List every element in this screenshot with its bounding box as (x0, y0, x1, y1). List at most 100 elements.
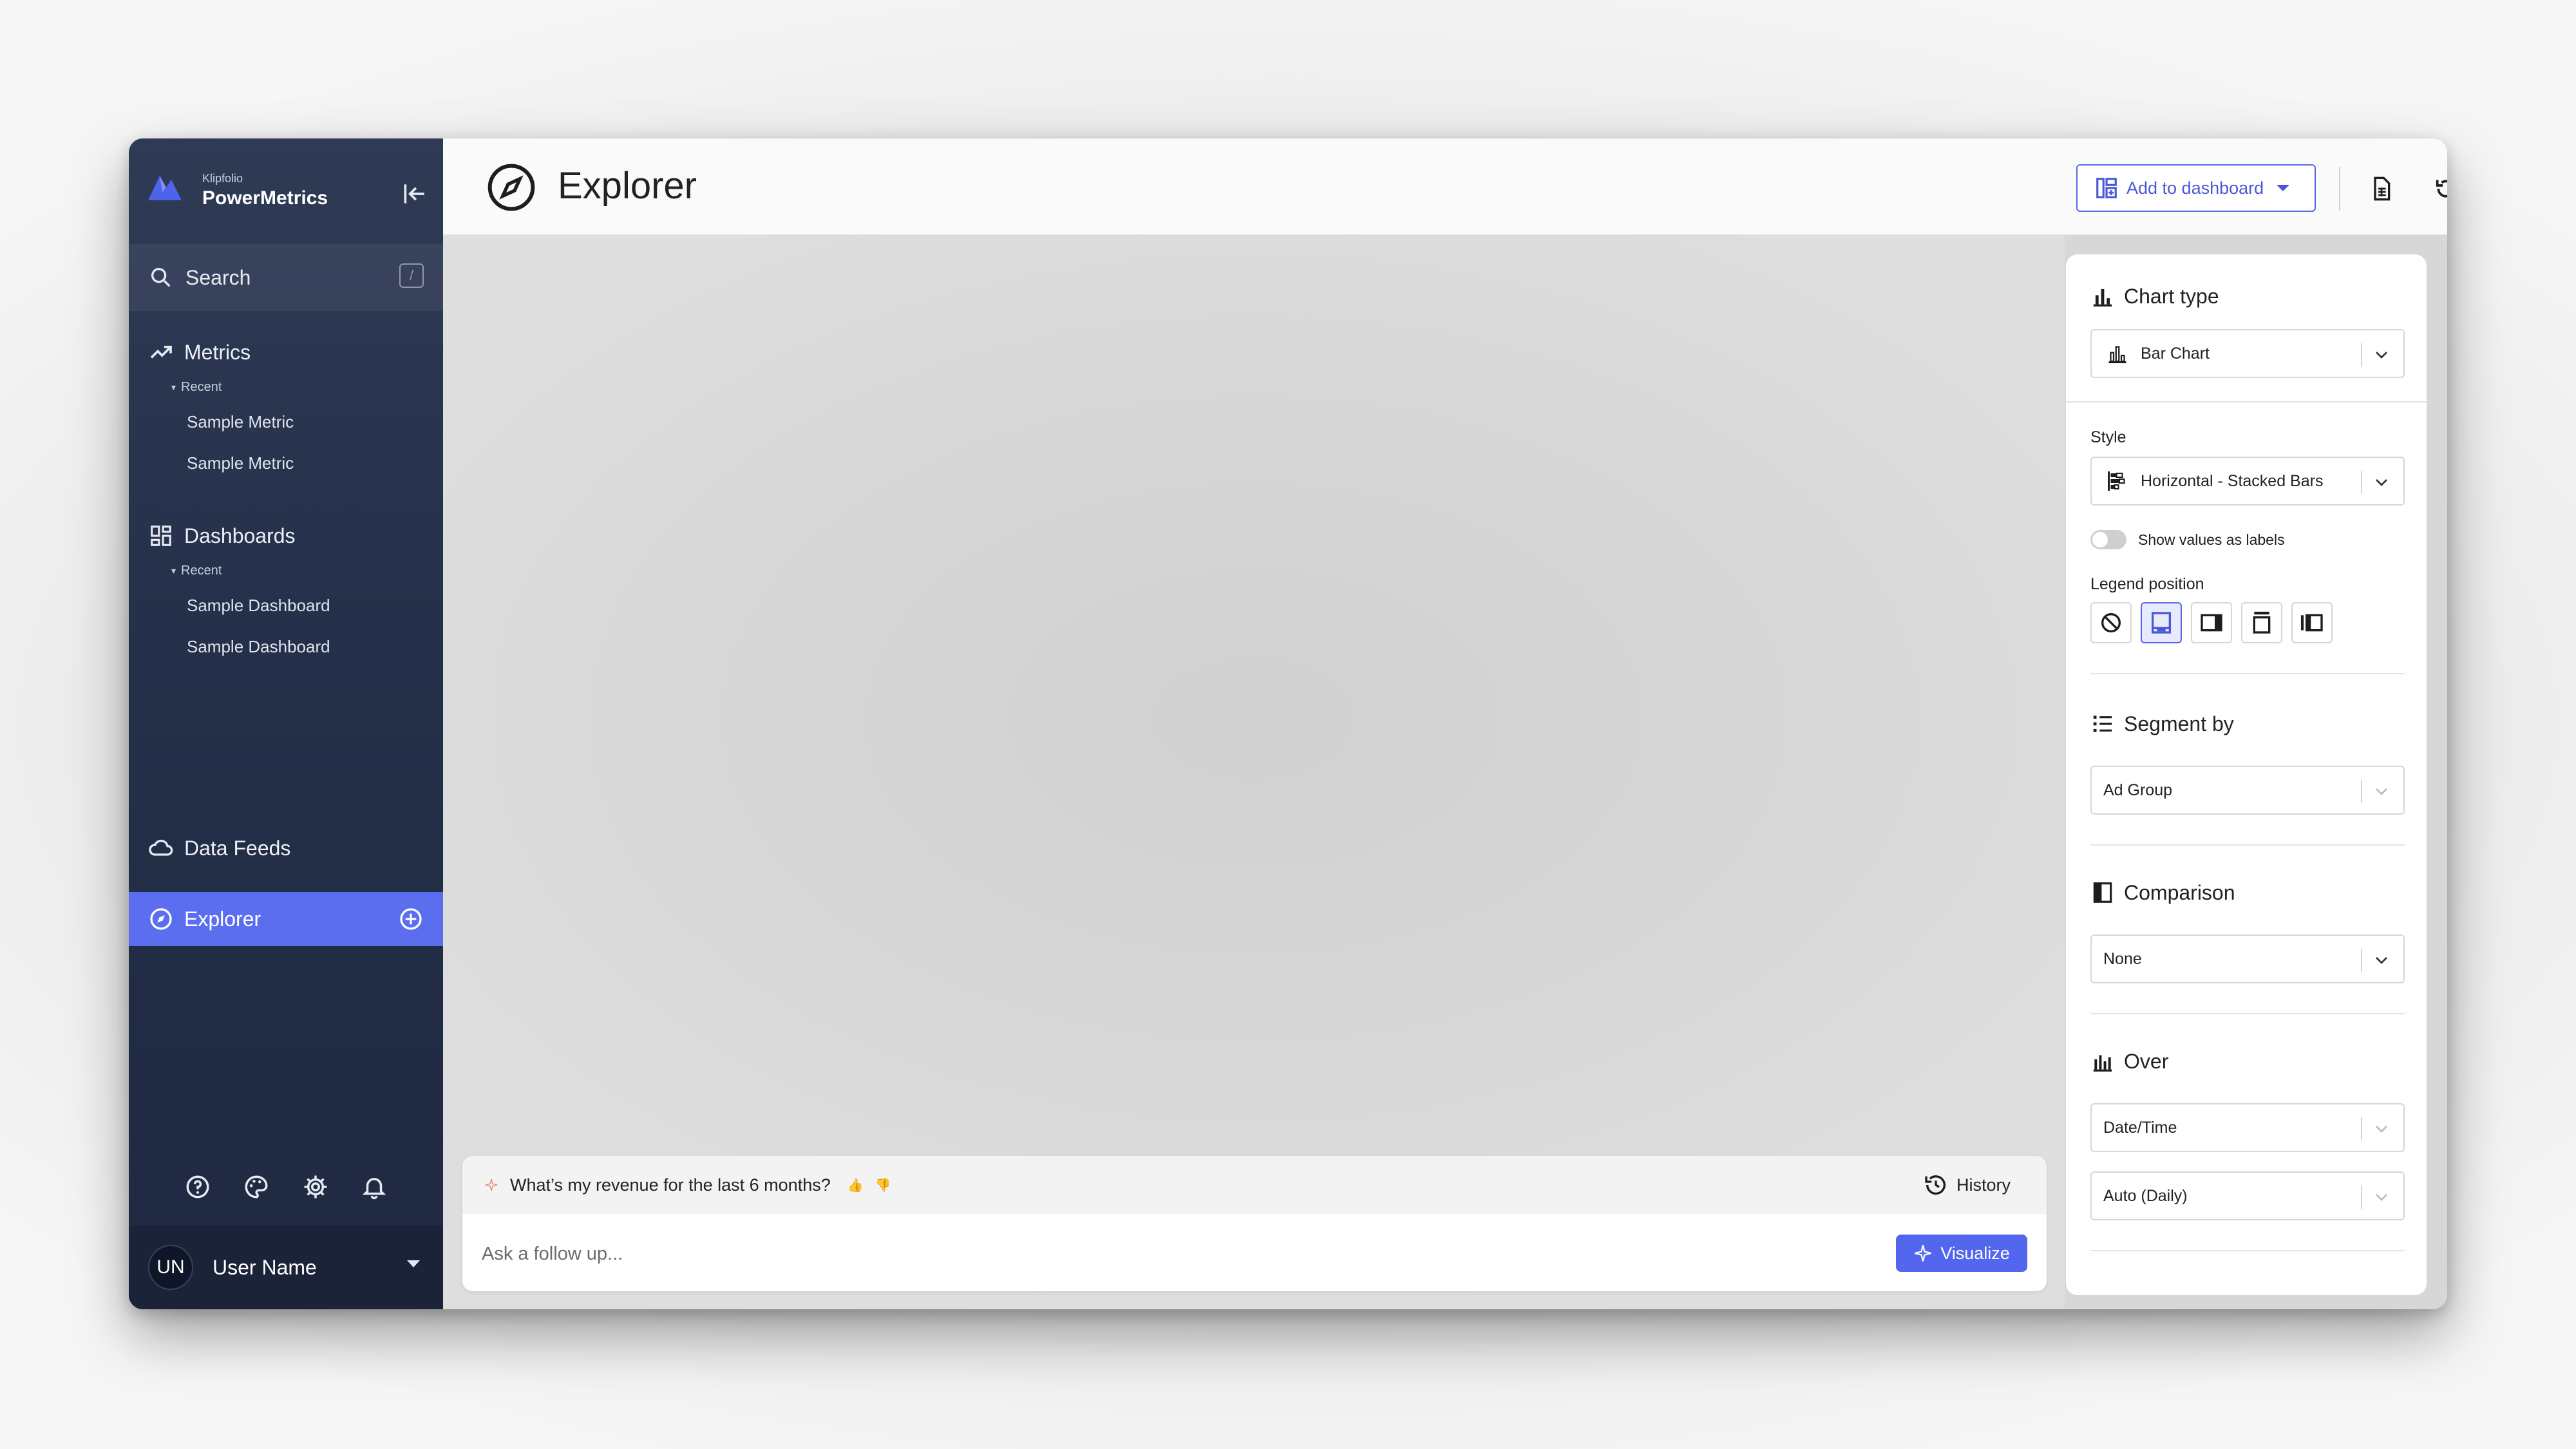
nav-section-dashboards: Dashboards ▾ Recent Sample Dashboard Sam… (129, 515, 443, 667)
legend-right-icon (2201, 614, 2222, 632)
nav-section-metrics: Metrics ▾ Recent Sample Metric Sample Me… (129, 332, 443, 484)
no-legend-icon (2101, 613, 2121, 632)
comparison-select[interactable]: None (2090, 934, 2405, 983)
reset-button[interactable] (2427, 169, 2447, 208)
divider (2090, 1013, 2405, 1014)
style-select[interactable]: Horizontal - Stacked Bars (2090, 457, 2405, 506)
app-window: Klipfolio PowerMetrics Search / Metrics … (129, 138, 2447, 1309)
select-divider (2361, 343, 2362, 366)
sidebar-item-metrics[interactable]: Metrics (129, 332, 443, 373)
gear-icon[interactable] (300, 1171, 331, 1202)
caret-down-icon: ▾ (171, 565, 176, 576)
show-values-toggle-row[interactable]: Show values as labels (2090, 530, 2285, 549)
brand-name: PowerMetrics (202, 187, 328, 209)
comparison-heading: Comparison (2090, 880, 2235, 905)
export-button[interactable] (2362, 169, 2401, 208)
compass-icon (488, 164, 535, 211)
select-divider (2361, 1186, 2362, 1209)
legend-none-option[interactable] (2090, 602, 2132, 643)
recent-metric-item[interactable]: Sample Metric (129, 442, 443, 484)
sparkle-icon (1915, 1245, 1931, 1262)
segment-by-heading: Segment by (2090, 712, 2234, 736)
history-label: History (1956, 1175, 2011, 1195)
over-value: Date/Time (2103, 1118, 2177, 1137)
horizontal-stacked-bars-icon (2108, 471, 2125, 491)
segment-by-select[interactable]: Ad Group (2090, 766, 2405, 815)
user-name: User Name (213, 1255, 317, 1279)
recent-label: Recent (181, 563, 222, 578)
add-to-dashboard-button[interactable]: Add to dashboard (2076, 164, 2316, 212)
legend-left-icon (2300, 614, 2323, 632)
legend-position-label: Legend position (2090, 575, 2204, 593)
legend-top-option[interactable] (2241, 602, 2282, 643)
recent-dashboard-item[interactable]: Sample Dashboard (129, 626, 443, 667)
chevron-down-icon (2376, 1126, 2387, 1133)
select-divider (2361, 471, 2362, 494)
divider (2066, 401, 2427, 402)
avatar: UN (148, 1245, 193, 1290)
user-menu[interactable]: UN User Name (129, 1226, 443, 1309)
followup-input[interactable] (482, 1235, 1834, 1273)
caret-down-icon (2277, 185, 2290, 191)
search-icon (151, 268, 171, 287)
bell-icon[interactable] (359, 1171, 390, 1202)
sidebar-item-data-feeds[interactable]: Data Feeds (129, 828, 443, 869)
legend-left-option[interactable] (2291, 602, 2333, 643)
recent-toggle-dashboards[interactable]: ▾ Recent (129, 556, 443, 585)
thumbs-up-icon[interactable]: 👍 (848, 1177, 864, 1193)
legend-bottom-option[interactable] (2141, 602, 2182, 643)
recent-toggle-metrics[interactable]: ▾ Recent (129, 373, 443, 401)
add-to-dashboard-label: Add to dashboard (2126, 178, 2264, 198)
chevron-down-icon (2376, 352, 2387, 359)
legend-position-options (2090, 602, 2333, 643)
segment-by-title: Segment by (2124, 712, 2234, 735)
divider (2090, 673, 2405, 674)
palette-icon[interactable] (241, 1171, 272, 1202)
bar-chart-icon (2093, 289, 2112, 307)
help-icon[interactable] (182, 1171, 213, 1202)
interval-select[interactable]: Auto (Daily) (2090, 1171, 2405, 1220)
over-select[interactable]: Date/Time (2090, 1103, 2405, 1152)
select-divider (2361, 780, 2362, 803)
chevron-down-icon (2376, 788, 2387, 795)
sidebar-item-dashboards[interactable]: Dashboards (129, 515, 443, 556)
over-heading: Over (2090, 1049, 2168, 1074)
sidebar-item-label: Data Feeds (184, 836, 291, 860)
collapse-sidebar-button[interactable] (399, 178, 430, 209)
collapse-left-icon (404, 184, 424, 204)
history-icon (1925, 1175, 1946, 1195)
chevron-down-icon (2376, 479, 2387, 486)
page-header: Explorer Add to dashboard (443, 138, 2447, 235)
segment-by-value: Ad Group (2103, 781, 2173, 799)
bar-chart-icon (2108, 346, 2126, 363)
caret-down-icon: ▾ (171, 381, 176, 392)
cloud-icon (147, 834, 175, 862)
sidebar-search[interactable]: Search / (129, 244, 443, 311)
chart-type-value: Bar Chart (2141, 344, 2210, 363)
show-values-toggle[interactable] (2090, 530, 2126, 549)
document-icon (2374, 176, 2391, 201)
plus-circle-icon (400, 908, 422, 930)
refresh-icon (2436, 180, 2447, 198)
sidebar-item-explorer[interactable]: Explorer (129, 892, 443, 946)
sidebar-item-label: Explorer (184, 907, 261, 931)
nav-section-data-feeds: Data Feeds (129, 828, 443, 869)
chevron-down-icon (2376, 1194, 2387, 1201)
new-exploration-button[interactable] (397, 905, 425, 933)
comparison-title: Comparison (2124, 880, 2235, 904)
chart-type-select[interactable]: Bar Chart (2090, 329, 2405, 378)
recent-dashboard-item[interactable]: Sample Dashboard (129, 585, 443, 626)
search-shortcut-badge: / (399, 263, 424, 288)
caret-down-icon[interactable] (407, 1260, 420, 1267)
brand-logo[interactable]: Klipfolio PowerMetrics (147, 164, 430, 209)
visualize-label: Visualize (1940, 1243, 2010, 1263)
thumbs-down-icon[interactable]: 👎 (875, 1177, 891, 1193)
legend-right-option[interactable] (2191, 602, 2232, 643)
history-button[interactable]: History (1923, 1170, 2011, 1200)
recent-label: Recent (181, 379, 222, 394)
trend-up-icon (147, 338, 175, 366)
recent-metric-item[interactable]: Sample Metric (129, 401, 443, 442)
divider (2090, 844, 2405, 846)
visualize-button[interactable]: Visualize (1896, 1235, 2027, 1272)
header-divider (2339, 167, 2340, 211)
